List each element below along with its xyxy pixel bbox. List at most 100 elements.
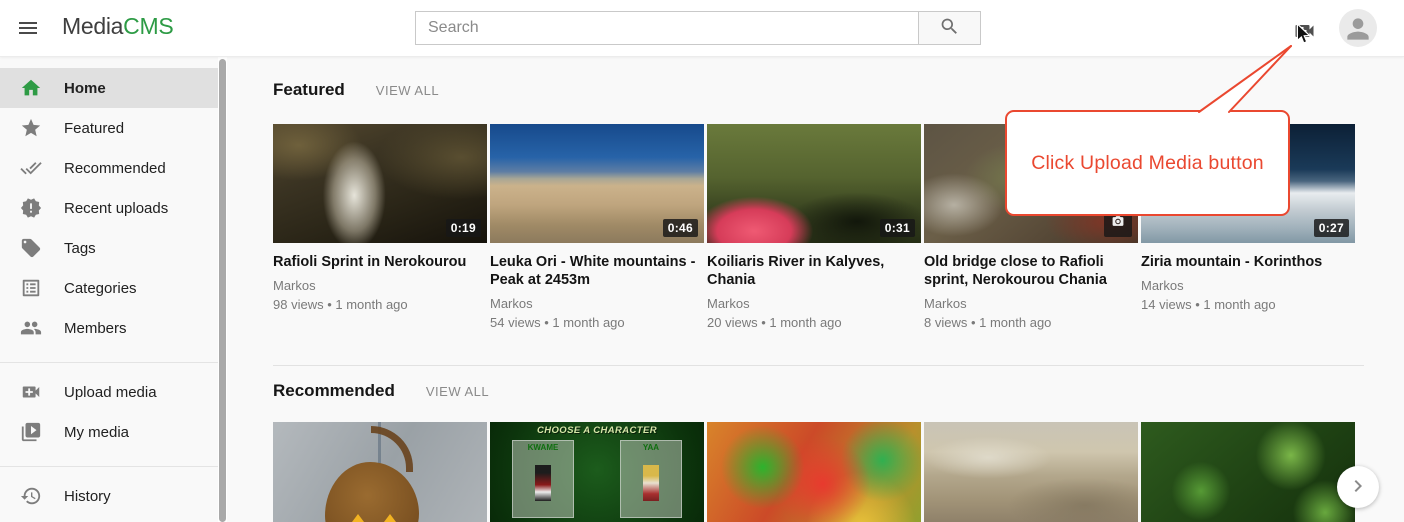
sidebar-item-label: Members <box>64 320 127 337</box>
sidebar-item-recommended[interactable]: Recommended <box>0 148 218 188</box>
media-title[interactable]: Old bridge close to Rafioli sprint, Nero… <box>924 253 1138 289</box>
media-card <box>1141 422 1355 522</box>
annotation-text: Click Upload Media button <box>1031 152 1264 175</box>
game-character-name: YAA <box>621 443 681 452</box>
video-thumbnail[interactable]: CHOOSE A CHARACTER KWAME YAA Selected Se… <box>490 422 704 522</box>
sidebar-item-label: Categories <box>64 280 137 297</box>
user-avatar[interactable] <box>1339 9 1377 47</box>
game-character-sprite <box>643 465 659 501</box>
recommended-section-header: Recommended VIEW ALL <box>273 381 489 401</box>
sidebar-item-label: Home <box>64 80 106 97</box>
media-meta: 20 views • 1 month ago <box>707 315 921 330</box>
media-title[interactable]: Rafioli Sprint in Nerokourou <box>273 253 487 271</box>
video-thumbnail[interactable] <box>924 422 1138 522</box>
logo-media: Media <box>62 13 123 39</box>
sidebar-item-label: Recommended <box>64 160 166 177</box>
recommended-row: CHOOSE A CHARACTER KWAME YAA Selected Se… <box>273 422 1358 522</box>
featured-section-header: Featured VIEW ALL <box>273 80 439 100</box>
sidebar-item-my-media[interactable]: My media <box>0 412 218 452</box>
star-icon <box>20 116 44 140</box>
duration-badge: 0:31 <box>880 219 915 237</box>
media-card: CHOOSE A CHARACTER KWAME YAA Selected Se… <box>490 422 704 522</box>
media-card <box>273 422 487 522</box>
media-title[interactable]: Leuka Ori - White mountains - Peak at 24… <box>490 253 704 289</box>
game-character-panel: KWAME <box>512 440 574 518</box>
media-author[interactable]: Markos <box>924 296 1138 311</box>
sidebar-item-label: Upload media <box>64 384 157 401</box>
sidebar-item-history[interactable]: History <box>0 476 218 516</box>
people-icon <box>20 316 44 340</box>
view-all-link[interactable]: VIEW ALL <box>426 384 489 399</box>
media-card <box>707 422 921 522</box>
section-title: Featured <box>273 80 345 100</box>
carousel-next-button[interactable] <box>1337 466 1379 508</box>
game-heading: CHOOSE A CHARACTER <box>490 425 704 436</box>
chevron-right-icon <box>1346 474 1370 501</box>
sidebar-item-label: Tags <box>64 240 96 257</box>
media-title[interactable]: Koiliaris River in Kalyves, Chania <box>707 253 921 289</box>
media-meta: 54 views • 1 month ago <box>490 315 704 330</box>
media-card: 0:31 Koiliaris River in Kalyves, Chania … <box>707 124 921 330</box>
video-thumbnail[interactable]: 0:19 <box>273 124 487 243</box>
thumbnail-detail <box>381 514 399 522</box>
media-meta: 14 views • 1 month ago <box>1141 297 1355 312</box>
history-icon <box>20 484 44 508</box>
sidebar-item-featured[interactable]: Featured <box>0 108 218 148</box>
media-title[interactable]: Ziria mountain - Korinthos <box>1141 253 1355 271</box>
video-thumbnail[interactable] <box>1141 422 1355 522</box>
video-call-icon <box>1291 31 1318 46</box>
duration-badge: 0:46 <box>663 219 698 237</box>
duration-badge: 0:19 <box>446 219 481 237</box>
media-author[interactable]: Markos <box>1141 278 1355 293</box>
search-button[interactable] <box>918 11 981 45</box>
hamburger-menu-icon[interactable] <box>14 15 42 43</box>
sidebar-item-home[interactable]: Home <box>0 68 218 108</box>
sidebar-item-recent-uploads[interactable]: Recent uploads <box>0 188 218 228</box>
sidebar-item-members[interactable]: Members <box>0 308 218 348</box>
media-card <box>924 422 1138 522</box>
upload-media-button[interactable] <box>1289 19 1319 43</box>
sidebar-divider <box>0 362 218 363</box>
new-releases-icon <box>20 196 44 220</box>
media-author[interactable]: Markos <box>490 296 704 311</box>
video-thumbnail[interactable] <box>273 422 487 522</box>
media-author[interactable]: Markos <box>707 296 921 311</box>
search-bar <box>415 11 981 45</box>
sidebar: Home Featured Recommended Recent uploads… <box>0 57 218 522</box>
video-call-icon <box>20 380 44 404</box>
sidebar-item-tags[interactable]: Tags <box>0 228 218 268</box>
thumbnail-detail <box>349 514 367 522</box>
game-character-name: KWAME <box>513 443 573 452</box>
home-icon <box>20 76 44 100</box>
mediacms-app: MediaCMS Home Featured <box>0 0 1404 522</box>
search-input[interactable] <box>415 11 918 45</box>
tag-icon <box>20 236 44 260</box>
annotation-callout: Click Upload Media button <box>1005 110 1290 216</box>
media-card: 0:19 Rafioli Sprint in Nerokourou Markos… <box>273 124 487 330</box>
app-logo[interactable]: MediaCMS <box>62 13 173 40</box>
video-thumbnail[interactable]: 0:31 <box>707 124 921 243</box>
top-bar: MediaCMS <box>0 0 1404 57</box>
game-character-sprite <box>535 465 551 501</box>
video-thumbnail[interactable] <box>707 422 921 522</box>
search-icon <box>939 16 960 40</box>
logo-cms: CMS <box>123 13 173 39</box>
sidebar-divider <box>0 466 218 467</box>
photo-camera-icon <box>1111 215 1125 233</box>
sidebar-item-label: Featured <box>64 120 124 137</box>
media-author[interactable]: Markos <box>273 278 487 293</box>
scrollbar-thumb[interactable] <box>219 59 226 522</box>
sidebar-item-label: My media <box>64 424 129 441</box>
view-all-link[interactable]: VIEW ALL <box>376 83 439 98</box>
duration-badge: 0:27 <box>1314 219 1349 237</box>
done-all-icon <box>20 156 44 180</box>
game-character-panel: YAA <box>620 440 682 518</box>
media-card: 0:46 Leuka Ori - White mountains - Peak … <box>490 124 704 330</box>
sidebar-item-upload-media[interactable]: Upload media <box>0 372 218 412</box>
video-thumbnail[interactable]: 0:46 <box>490 124 704 243</box>
list-alt-icon <box>20 276 44 300</box>
media-meta: 98 views • 1 month ago <box>273 297 487 312</box>
sidebar-item-label: History <box>64 488 111 505</box>
sidebar-item-categories[interactable]: Categories <box>0 268 218 308</box>
video-library-icon <box>20 420 44 444</box>
